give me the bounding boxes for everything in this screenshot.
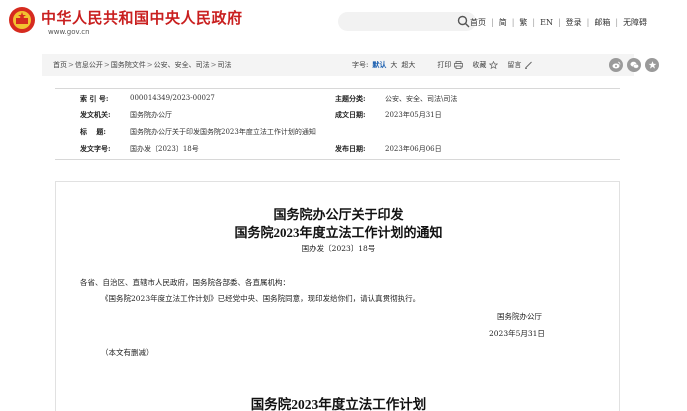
- article-signature: 国务院办公厅: [497, 312, 542, 321]
- article-paragraph: 《国务院2023年度立法工作计划》已经党中央、国务院同意，现印发给你们，请认真贯…: [101, 294, 421, 303]
- font-size-label: 字号:: [352, 61, 369, 69]
- search-input[interactable]: [338, 12, 476, 31]
- print-button[interactable]: 打印: [437, 60, 464, 70]
- breadcrumb-home[interactable]: 首页: [53, 61, 67, 69]
- published-date-label: 发布日期:: [335, 144, 366, 153]
- doc-number-value: 国办发〔2023〕18号: [130, 145, 199, 153]
- published-date-value: 2023年06月06日: [385, 145, 442, 153]
- created-date-value: 2023年05月31日: [385, 111, 442, 119]
- article-date: 2023年5月31日: [489, 329, 545, 338]
- page-tools: 字号: 默认 大 超大 打印 收藏 留言: [352, 60, 533, 70]
- doc-number-label: 发文字号:: [80, 144, 111, 153]
- printer-icon: [454, 61, 464, 69]
- breadcrumb-state-council-docs[interactable]: 国务院文件: [111, 61, 146, 69]
- search-icon[interactable]: [457, 15, 470, 28]
- article-salutation: 各省、自治区、直辖市人民政府，国务院各部委、各直属机构：: [80, 278, 290, 287]
- breadcrumb-bar: 首页>信息公开>国务院文件>公安、安全、司法>司法 字号: 默认 大 超大 打印…: [42, 54, 659, 76]
- star-icon: [489, 61, 499, 69]
- plan-title: 国务院2023年度立法工作计划: [250, 397, 427, 411]
- pen-icon: [525, 61, 533, 69]
- wechat-icon: [630, 61, 639, 69]
- index-value: 000014349/2023-00027: [130, 94, 215, 102]
- site-header: 中华人民共和国中央人民政府 www.gov.cn 首页 | 简 | 繁 | EN…: [0, 0, 687, 44]
- breadcrumb: 首页>信息公开>国务院文件>公安、安全、司法>司法: [53, 61, 232, 69]
- site-url: www.gov.cn: [48, 28, 90, 36]
- issuer-label: 发文机关:: [80, 110, 111, 119]
- favorite-label: 收藏: [472, 61, 487, 69]
- font-size-xlarge[interactable]: 超大: [401, 60, 415, 70]
- comment-button[interactable]: 留言: [507, 60, 533, 70]
- font-size-default[interactable]: 默认: [372, 60, 386, 70]
- title-value: 国务院办公厅关于印发国务院2023年度立法工作计划的通知: [130, 128, 316, 136]
- weibo-icon: [612, 61, 620, 69]
- nav-divider: |: [586, 17, 590, 27]
- nav-divider: |: [491, 17, 494, 27]
- qzone-share-button[interactable]: [645, 58, 659, 72]
- qzone-icon: [648, 61, 656, 69]
- print-label: 打印: [437, 61, 452, 69]
- breadcrumb-public-security[interactable]: 公安、安全、司法: [154, 61, 210, 69]
- national-emblem-icon[interactable]: [8, 6, 36, 34]
- font-size-large[interactable]: 大: [390, 60, 397, 70]
- index-label: 索 引 号:: [80, 94, 109, 103]
- nav-simplified[interactable]: 简: [499, 17, 507, 28]
- nav-divider: |: [615, 17, 619, 27]
- article-title-line2: 国务院2023年度立法工作计划的通知: [234, 225, 443, 240]
- created-date-label: 成文日期:: [335, 110, 366, 119]
- site-title[interactable]: 中华人民共和国中央人民政府: [41, 7, 243, 28]
- title-label: 标 题:: [80, 127, 107, 136]
- wechat-share-button[interactable]: [627, 58, 641, 72]
- issuer-value: 国务院办公厅: [130, 111, 172, 119]
- nav-home[interactable]: 首页: [470, 17, 486, 28]
- article-doc-number: 国办发〔2023〕18号: [301, 244, 376, 253]
- article-card: 国务院办公厅关于印发 国务院2023年度立法工作计划的通知 国办发〔2023〕1…: [55, 181, 620, 411]
- nav-divider: |: [511, 17, 515, 27]
- topic-value: 公安、安全、司法\司法: [385, 95, 458, 103]
- weibo-share-button[interactable]: [609, 58, 623, 72]
- nav-traditional[interactable]: 繁: [519, 17, 527, 28]
- nav-divider: |: [557, 17, 561, 27]
- comment-label: 留言: [507, 61, 522, 69]
- document-metadata: 索 引 号: 000014349/2023-00027 主题分类: 公安、安全、…: [55, 88, 620, 160]
- nav-divider: |: [532, 17, 536, 27]
- top-nav: 首页 | 简 | 繁 | EN | 登录 | 邮箱 | 无障碍: [470, 16, 647, 28]
- breadcrumb-info-disclosure[interactable]: 信息公开: [75, 61, 103, 69]
- topic-label: 主题分类:: [335, 94, 366, 103]
- article-note: （本文有删减）: [101, 348, 154, 357]
- nav-accessibility[interactable]: 无障碍: [623, 17, 647, 28]
- nav-mailbox[interactable]: 邮箱: [594, 17, 610, 28]
- share-icons: [609, 58, 663, 72]
- nav-login[interactable]: 登录: [566, 17, 582, 28]
- article-title-line1: 国务院办公厅关于印发: [273, 207, 404, 222]
- favorite-button[interactable]: 收藏: [472, 60, 499, 70]
- breadcrumb-judicial[interactable]: 司法: [218, 61, 232, 69]
- nav-english[interactable]: EN: [540, 18, 553, 27]
